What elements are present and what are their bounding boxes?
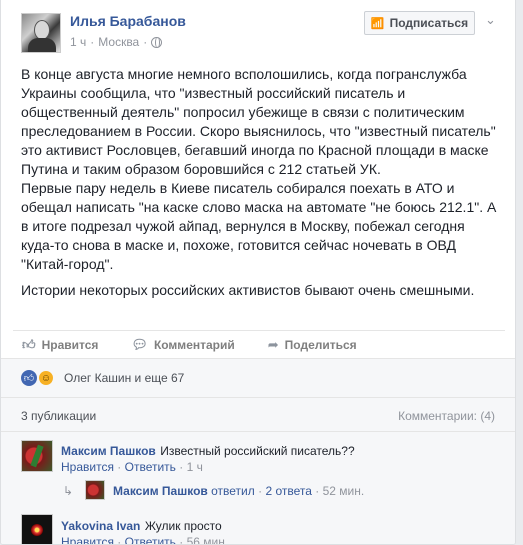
chevron-down-icon[interactable]: ⌄	[485, 12, 496, 28]
post-header: Илья Барабанов 1 ч · Москва · 📶 Подписат…	[1, 0, 515, 60]
like-button[interactable]: 👍︎ Нравится	[22, 337, 98, 353]
commenter-avatar[interactable]	[21, 514, 53, 544]
reply-action: ответил	[211, 484, 255, 498]
haha-reaction-icon: ☺	[38, 370, 54, 386]
comment-reply-link[interactable]: Ответить	[125, 460, 176, 474]
subscribe-button[interactable]: 📶 Подписаться	[364, 11, 475, 35]
reply-count[interactable]: 2 ответа	[265, 484, 311, 498]
post-paragraph: Первые пару недель в Киеве писатель соби…	[21, 180, 497, 272]
commenter-name[interactable]: Максим Пашков	[61, 444, 156, 458]
rss-icon: 📶	[370, 17, 385, 30]
post-paragraph: В конце августа многие немного всполошил…	[21, 66, 496, 177]
comment-label: Комментарий	[153, 337, 235, 352]
comment-text: Жулик просто	[144, 519, 222, 533]
share-label: Поделиться	[284, 337, 357, 352]
post-body: В конце августа многие немного всполошил…	[21, 65, 501, 300]
comment-meta: Нравится · Ответить · 1 ч	[61, 460, 203, 474]
reply-avatar[interactable]	[85, 480, 105, 500]
reply-summary[interactable]: Максим Пашков ответил · 2 ответа · 52 ми…	[113, 484, 364, 498]
author-avatar[interactable]	[21, 13, 61, 53]
like-reaction-icon: 👍︎	[21, 370, 37, 386]
subscribe-label: Подписаться	[389, 16, 469, 30]
comment-meta: Нравится · Ответить · 56 мин.	[61, 535, 229, 545]
comment-button[interactable]: 💬︎ Комментарий	[131, 337, 234, 353]
reply-author[interactable]: Максим Пашков	[113, 484, 208, 498]
meta-separator: ·	[90, 35, 95, 49]
globe-icon[interactable]	[151, 36, 163, 48]
thumbs-up-icon: 👍︎	[22, 336, 36, 352]
comment-item: Yakovina Ivan Жулик просто Нравится · От…	[21, 514, 501, 545]
comments-section: Максим Пашков Известный российский писат…	[1, 432, 515, 545]
author-name[interactable]: Илья Барабанов	[70, 13, 186, 29]
meta-separator: ·	[179, 535, 184, 545]
meta-separator: ·	[258, 484, 263, 498]
reaction-names[interactable]: Олег Кашин и еще 67	[64, 371, 184, 385]
commenter-avatar[interactable]	[21, 440, 53, 472]
share-button[interactable]: ➦ Поделиться	[268, 337, 357, 353]
post-paragraph: Истории некоторых российских активистов …	[21, 282, 475, 298]
comment-item: Максим Пашков Известный российский писат…	[21, 440, 501, 504]
shares-count[interactable]: 3 публикации	[21, 409, 96, 423]
reactions-bar[interactable]: 👍︎ ☺ Олег Кашин и еще 67	[1, 358, 515, 398]
comments-count[interactable]: Комментарии: (4)	[398, 409, 495, 423]
action-bar: 👍︎ Нравится 💬︎ Комментарий ➦ Поделиться	[13, 330, 505, 358]
commenter-name[interactable]: Yakovina Ivan	[61, 519, 140, 533]
post-card: Илья Барабанов 1 ч · Москва · 📶 Подписат…	[0, 0, 516, 545]
meta-separator: ·	[179, 460, 184, 474]
comment-like-link[interactable]: Нравится	[61, 535, 114, 544]
post-meta: 1 ч · Москва ·	[70, 35, 163, 49]
comment-time[interactable]: 1 ч	[187, 460, 203, 474]
shares-bar: 3 публикации Комментарии: (4)	[1, 398, 515, 432]
post-time[interactable]: 1 ч	[70, 35, 86, 49]
comment-text: Известный российский писатель??	[160, 444, 355, 458]
meta-separator: ·	[117, 535, 122, 545]
comment-reply-link[interactable]: Ответить	[125, 535, 176, 544]
comment-time[interactable]: 56 мин.	[187, 535, 229, 544]
reply-arrow-icon: ↳	[63, 484, 74, 498]
meta-separator: ·	[315, 484, 320, 498]
share-icon: ➦	[267, 336, 279, 352]
meta-separator: ·	[117, 460, 122, 474]
reply-time: 52 мин.	[322, 484, 365, 498]
comment-like-link[interactable]: Нравится	[61, 460, 114, 474]
meta-separator: ·	[143, 35, 148, 49]
like-label: Нравится	[41, 337, 99, 352]
comment-icon: 💬︎	[131, 336, 148, 352]
post-location[interactable]: Москва	[98, 35, 139, 49]
